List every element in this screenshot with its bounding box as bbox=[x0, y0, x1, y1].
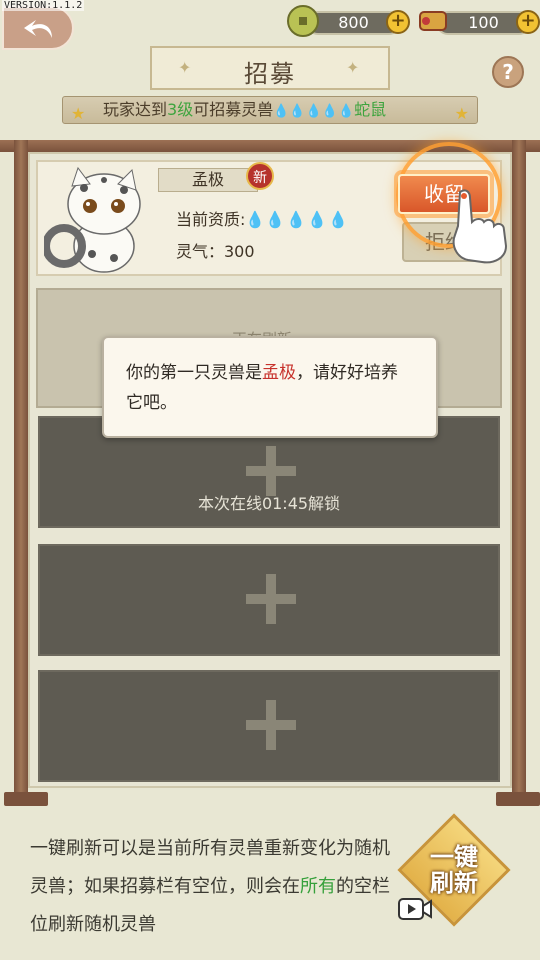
plus-icon bbox=[246, 700, 296, 750]
gold-drop-icon: 💧 bbox=[245, 210, 266, 229]
coin-icon bbox=[287, 5, 319, 37]
dialog-pet-name: 孟极 bbox=[262, 363, 296, 383]
banner-suffix: 可招募灵兽 bbox=[193, 100, 274, 119]
star-icon: ★ bbox=[454, 104, 469, 123]
dialog-text-prefix: 你的第一只灵兽是 bbox=[126, 363, 262, 383]
add-tickets-button[interactable]: + bbox=[516, 10, 540, 34]
banner-level: 3级 bbox=[167, 100, 194, 119]
back-arrow-icon bbox=[24, 20, 52, 38]
help-button[interactable]: ? bbox=[492, 56, 524, 88]
refresh-label-line1: 一键 bbox=[430, 843, 478, 871]
empty-slot[interactable] bbox=[38, 544, 500, 656]
scroll-ticket-icon bbox=[419, 11, 447, 31]
plus-icon bbox=[246, 574, 296, 624]
plus-icon bbox=[246, 446, 296, 496]
new-badge: 新 bbox=[246, 162, 274, 190]
frame-base-right bbox=[496, 792, 540, 806]
version-label: VERSION:1.1.2 bbox=[2, 0, 85, 11]
refresh-tip: 一键刷新可以是当前所有灵兽重新变化为随机灵兽；如果招募栏有空位，则会在所有的空栏… bbox=[30, 830, 390, 944]
back-button[interactable] bbox=[2, 6, 74, 50]
refresh-label: 一键 刷新 bbox=[402, 844, 506, 896]
quality-label: 当前资质: bbox=[176, 210, 246, 229]
add-coins-button[interactable]: + bbox=[386, 10, 410, 34]
refresh-label-line2: 刷新 bbox=[430, 869, 478, 897]
snow-leopard-cat-icon bbox=[44, 166, 141, 273]
banner-target-pet: 蛇鼠 bbox=[354, 100, 387, 119]
pointer-hand-icon bbox=[452, 189, 508, 264]
unlock-timer: 本次在线01:45解锁 bbox=[197, 494, 341, 513]
water-drop-icon: 💧💧💧💧 bbox=[265, 210, 350, 229]
frame-pillar-left bbox=[14, 140, 28, 800]
spirit-value: 灵气：300 bbox=[176, 242, 255, 261]
star-icon: ★ bbox=[71, 104, 86, 123]
tutorial-dialog: 你的第一只灵兽是孟极，请好好培养它吧。 bbox=[102, 336, 438, 438]
empty-slot[interactable] bbox=[38, 670, 500, 782]
frame-base-left bbox=[4, 792, 48, 806]
quality-row: 当前资质:💧💧💧💧💧 bbox=[176, 206, 349, 230]
pet-name: 孟极 bbox=[158, 168, 258, 192]
title-ornament-right-icon: ✦ bbox=[346, 58, 360, 77]
quality-drops-icon: 💧💧💧💧💧 bbox=[273, 104, 355, 119]
recruit-requirement-banner: ★ 玩家达到3级可招募灵兽💧💧💧💧💧蛇鼠 ★ bbox=[62, 96, 478, 124]
tip-highlight: 所有 bbox=[300, 876, 336, 897]
video-ad-icon bbox=[398, 898, 432, 920]
title-plate: ✦ 招募 ✦ bbox=[150, 46, 390, 90]
banner-prefix: 玩家达到 bbox=[103, 100, 168, 119]
